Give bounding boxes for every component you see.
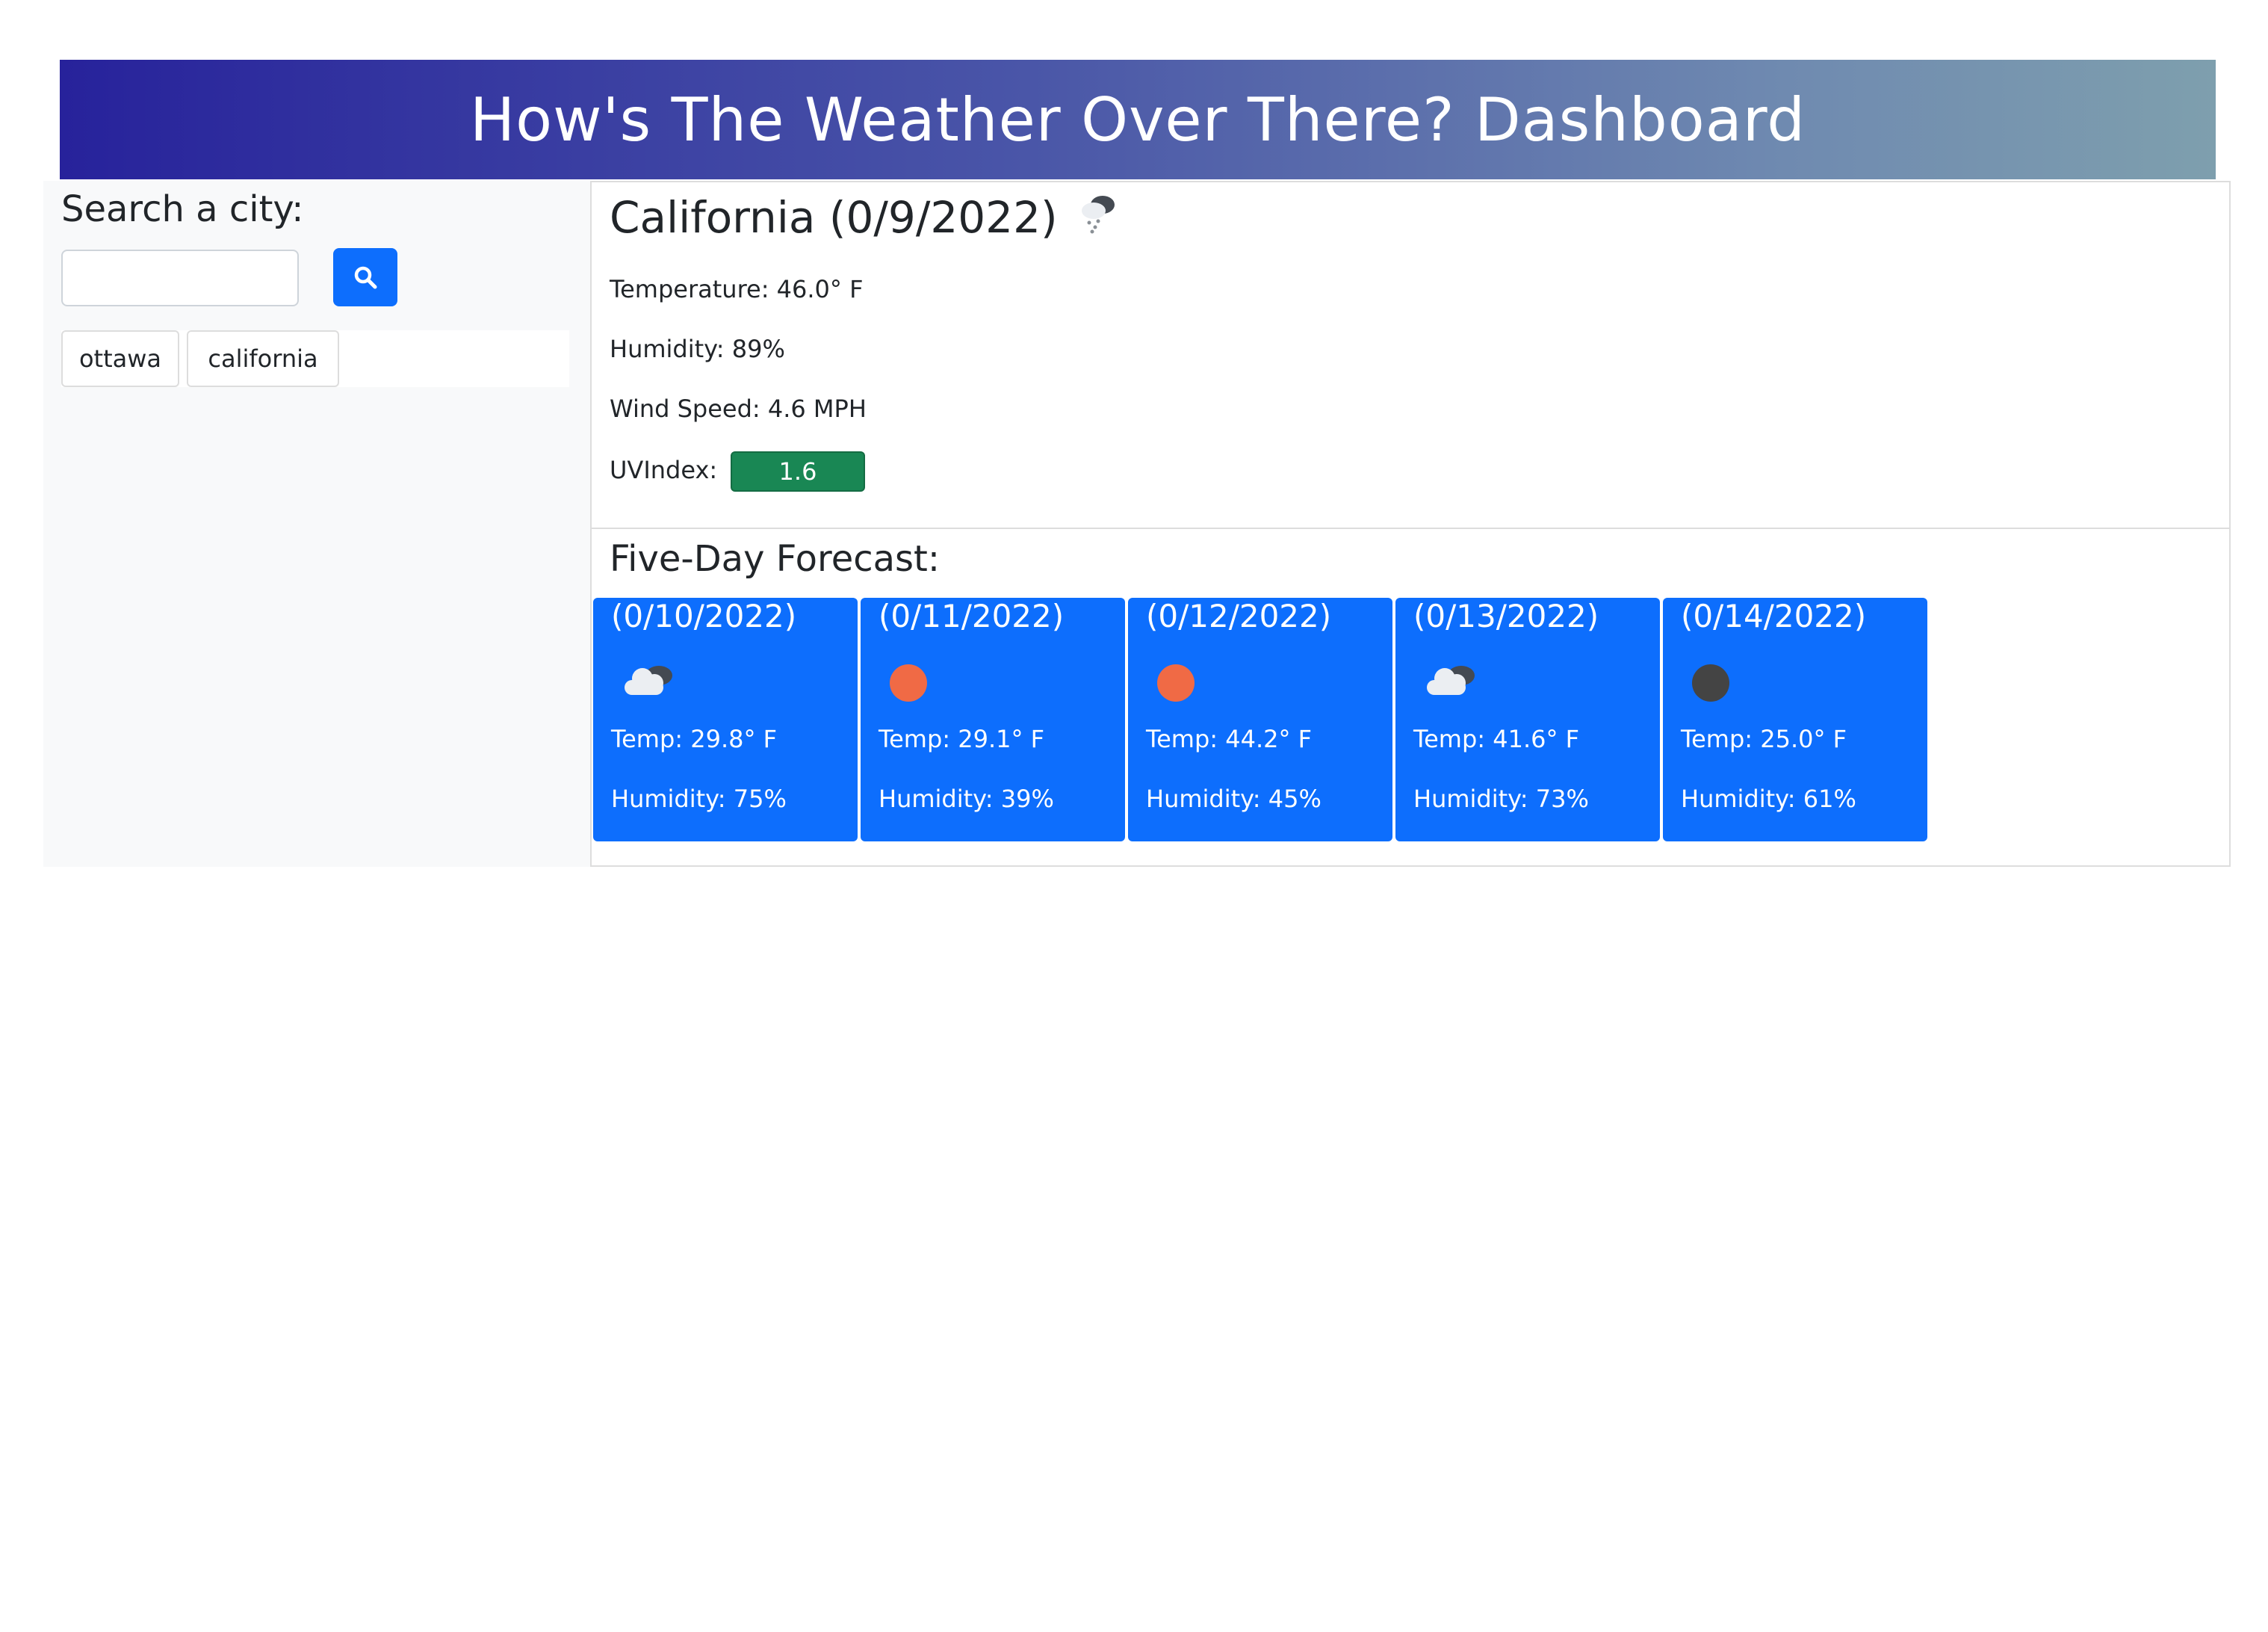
search-title: Search a city:	[61, 188, 304, 230]
forecast-date: (0/10/2022)	[611, 598, 797, 634]
history-button-california[interactable]: california	[187, 330, 339, 387]
forecast-title: Five-Day Forecast:	[610, 538, 941, 580]
page-header: How's The Weather Over There? Dashboard	[60, 60, 2216, 179]
forecast-date: (0/11/2022)	[879, 598, 1065, 634]
uv-index-badge: 1.6	[731, 451, 865, 492]
current-city-title: California (0/9/2022)	[610, 190, 1121, 245]
forecast-temp: Temp: 29.8° F	[611, 725, 778, 753]
forecast-temp: Temp: 25.0° F	[1681, 725, 1847, 753]
sun-icon	[1155, 661, 1218, 705]
search-button[interactable]	[333, 248, 397, 306]
forecast-date: (0/12/2022)	[1146, 598, 1332, 634]
forecast-humidity: Humidity: 73%	[1413, 785, 1589, 813]
current-humidity: Humidity: 89%	[610, 335, 785, 363]
forecast-card: (0/10/2022) Temp: 29.8° F Humidity: 75%	[593, 598, 858, 841]
forecast-card: (0/12/2022) Temp: 44.2° F Humidity: 45%	[1128, 598, 1392, 841]
moon-icon	[1690, 661, 1753, 705]
sidebar: Search a city: ottawa california	[43, 181, 592, 867]
forecast-card: (0/13/2022) Temp: 41.6° F Humidity: 73%	[1395, 598, 1660, 841]
forecast-humidity: Humidity: 39%	[879, 785, 1054, 813]
current-city-name: California (0/9/2022)	[610, 192, 1058, 243]
forecast-card: (0/11/2022) Temp: 29.1° F Humidity: 39%	[861, 598, 1125, 841]
forecast-temp: Temp: 44.2° F	[1146, 725, 1313, 753]
forecast-date: (0/14/2022)	[1681, 598, 1867, 634]
forecast-temp: Temp: 29.1° F	[879, 725, 1045, 753]
forecast-temp: Temp: 41.6° F	[1413, 725, 1580, 753]
search-input[interactable]	[61, 250, 299, 306]
sun-icon	[887, 661, 950, 705]
cloud-icon	[620, 661, 683, 705]
snow-cloud-icon	[1076, 190, 1121, 245]
history-button-ottawa[interactable]: ottawa	[61, 330, 179, 387]
forecast-date: (0/13/2022)	[1413, 598, 1599, 634]
cloud-icon	[1422, 661, 1485, 705]
page-title: How's The Weather Over There? Dashboard	[469, 84, 1806, 155]
forecast-card: (0/14/2022) Temp: 25.0° F Humidity: 61%	[1663, 598, 1927, 841]
current-temperature: Temperature: 46.0° F	[610, 275, 864, 303]
forecast-humidity: Humidity: 45%	[1146, 785, 1322, 813]
current-weather: California (0/9/2022) Temperature: 46.0°…	[592, 181, 2229, 529]
search-icon	[354, 266, 377, 289]
uv-index-label: UVIndex:	[610, 456, 718, 484]
current-wind-speed: Wind Speed: 4.6 MPH	[610, 395, 867, 423]
forecast-humidity: Humidity: 75%	[611, 785, 787, 813]
forecast-humidity: Humidity: 61%	[1681, 785, 1856, 813]
